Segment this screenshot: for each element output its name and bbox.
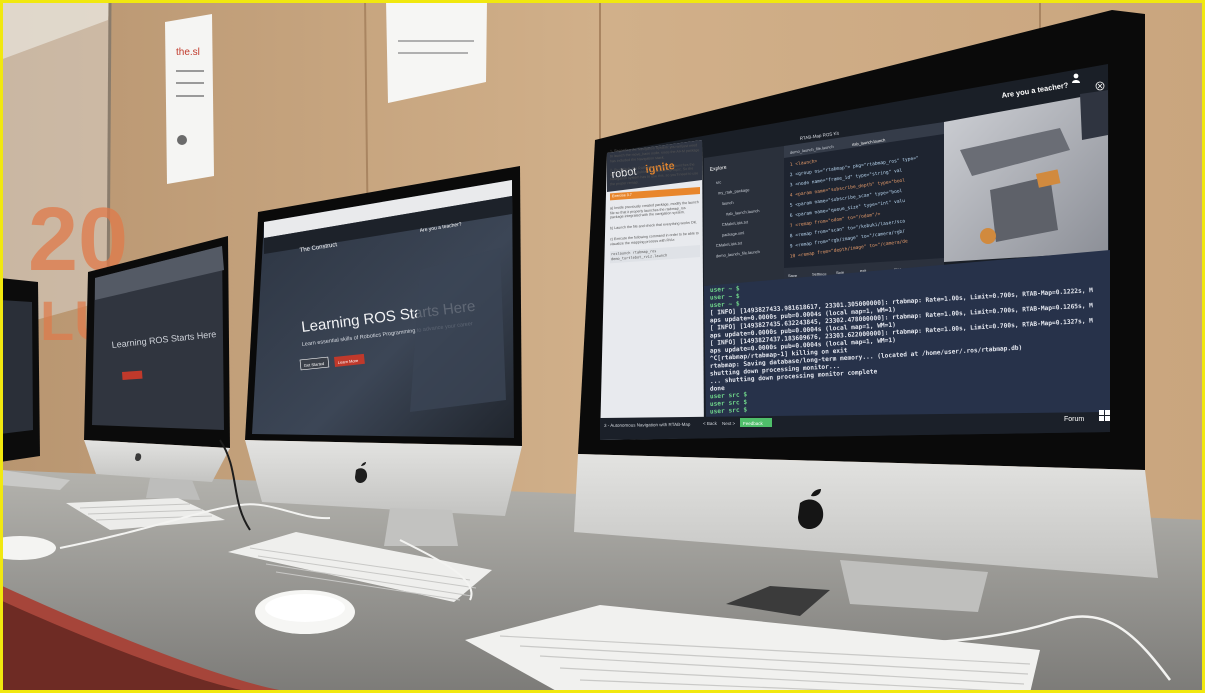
poster-line [176,70,204,72]
terminal-line: done [710,385,726,393]
notebook-content: 1- Regarding the Navigation System: you … [610,143,700,263]
far-left-screen [0,300,33,434]
middle-imac-stand [384,508,458,546]
explorer-item[interactable]: src [716,179,722,185]
middle-hero-person [410,248,506,412]
notebook-paragraph-3: a) Inside previously created package, mo… [610,199,699,220]
editor-toolbar-item[interactable]: Save [788,273,798,278]
wall-poster-left [165,14,214,184]
photo-scene: 20 LUTI the.sl Learning ROS Starts Here [0,0,1205,693]
poster-title: the.sl [176,47,200,58]
notebook-paragraph-2: 2- By default, the RABMap ros package la… [610,161,699,187]
poster-line [176,82,204,84]
notebook-paragraph-5: c) Execute the following command in orde… [610,231,699,247]
poster-line [398,40,474,42]
back-button[interactable]: < Back [703,421,718,426]
left-imac: Learning ROS Starts Here [84,236,230,500]
poster-line [398,52,468,54]
forum-link[interactable]: Forum [1064,416,1084,423]
poster-logo [177,135,187,145]
sim-person [1080,90,1108,140]
left-screen-button [122,370,143,380]
poster-line [176,95,204,97]
photo-canvas: 20 LUTI the.sl Learning ROS Starts Here [0,0,1205,693]
middle-imac: The Construct Are you a teacher? Learnin… [245,166,522,546]
left-imac-stand [146,478,200,500]
sim-barrel [980,228,996,244]
mouse-highlight [265,594,345,622]
feedback-button-label: Feedback [743,421,764,426]
next-button[interactable]: Next > [722,421,736,426]
notebook-paragraph-4: b) Launch the file and check that everyt… [610,220,698,231]
exercise-banner: Exercise 3.7 [610,186,700,201]
notebook-code: roslaunch rtabmap_ros demo_turtlebot_rvi… [610,244,700,263]
